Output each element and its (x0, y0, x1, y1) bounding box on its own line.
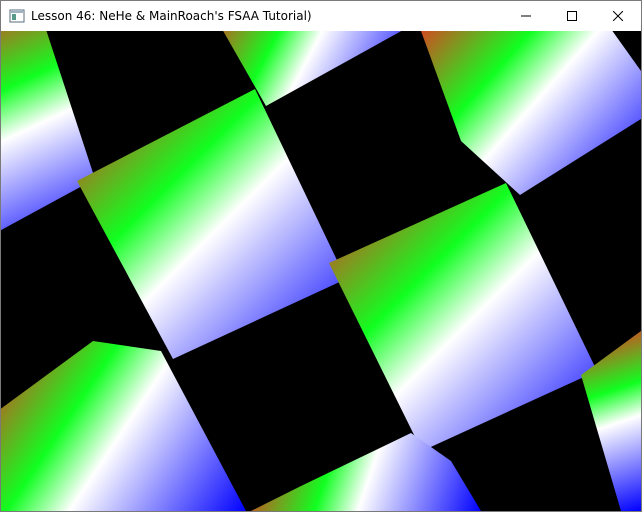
window-controls (503, 1, 641, 31)
close-icon (613, 11, 623, 21)
gradient-quad (1, 31, 95, 231)
app-icon (9, 9, 25, 23)
minimize-button[interactable] (503, 1, 549, 31)
gradient-quad (421, 31, 641, 195)
app-window: Lesson 46: NeHe & MainRoach's FSAA Tutor… (0, 0, 642, 512)
title-bar[interactable]: Lesson 46: NeHe & MainRoach's FSAA Tutor… (1, 1, 641, 31)
gradient-quad (329, 183, 597, 451)
maximize-button[interactable] (549, 1, 595, 31)
gradient-quad (251, 433, 481, 511)
maximize-icon (567, 11, 577, 21)
window-title: Lesson 46: NeHe & MainRoach's FSAA Tutor… (31, 9, 312, 23)
close-button[interactable] (595, 1, 641, 31)
gradient-quad (1, 341, 246, 511)
gl-viewport[interactable] (1, 31, 641, 511)
rendered-scene (1, 31, 641, 511)
gradient-quad (77, 89, 346, 359)
gradient-quad (223, 31, 402, 106)
minimize-icon (521, 15, 531, 17)
